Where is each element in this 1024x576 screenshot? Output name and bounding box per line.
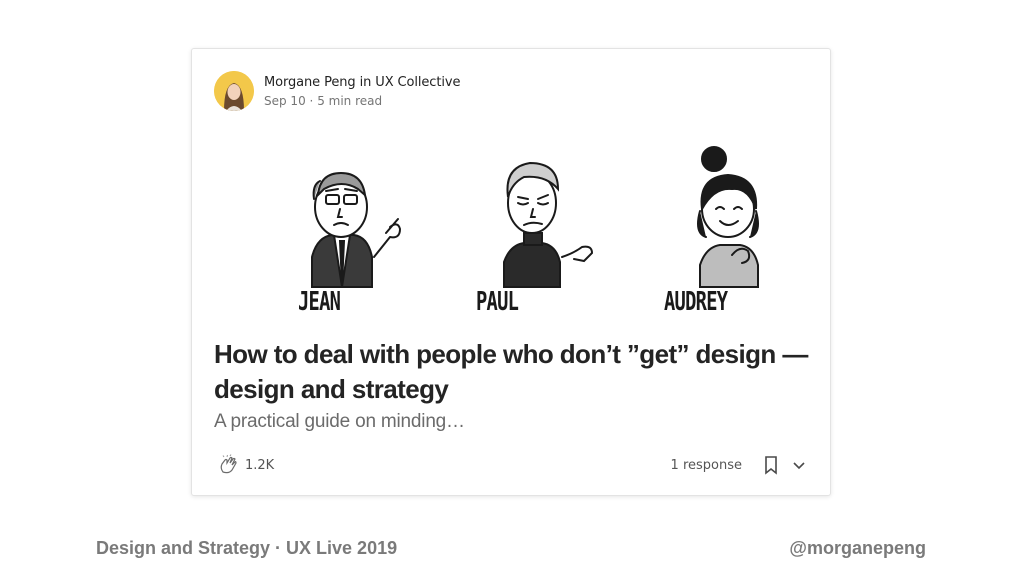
chevron-down-icon[interactable] (788, 454, 810, 476)
slide: Morgane Peng in UX Collective Sep 10 · 5… (0, 0, 1024, 576)
post-date-readtime: Sep 10 · 5 min read (264, 95, 460, 107)
paul-figure (503, 161, 594, 288)
slide-footer-title: Design and Strategy · UX Live 2019 (96, 538, 398, 558)
audrey-figure (697, 146, 759, 288)
clap-icon[interactable] (218, 454, 240, 476)
post-actions: 1 response (671, 454, 810, 476)
responses-link[interactable]: 1 response (671, 458, 742, 473)
slide-footer-handle: @morganepeng (789, 538, 926, 558)
byline-in: in (359, 74, 372, 90)
label-jean: JEAN (298, 287, 341, 317)
bookmark-icon[interactable] (760, 454, 782, 476)
post-date: Sep 10 (264, 93, 306, 108)
publication-name[interactable]: UX Collective (375, 75, 460, 90)
author-avatar[interactable] (214, 71, 254, 111)
label-audrey: AUDREY (664, 287, 728, 317)
byline: Morgane Peng in UX Collective (264, 76, 460, 89)
author-name[interactable]: Morgane Peng (264, 75, 356, 90)
article-card[interactable]: Morgane Peng in UX Collective Sep 10 · 5… (191, 48, 831, 496)
post-subtitle[interactable]: A practical guide on minding… (214, 411, 465, 433)
label-paul: PAUL (476, 287, 519, 317)
jean-figure (311, 171, 402, 288)
clap-count: 1.2K (245, 457, 275, 473)
post-meta: Morgane Peng in UX Collective Sep 10 · 5… (264, 76, 460, 107)
clap-group: 1.2K (212, 454, 274, 476)
author-row: Morgane Peng in UX Collective Sep 10 · 5… (214, 71, 460, 111)
read-time: 5 min read (317, 93, 383, 108)
meta-separator: · (309, 93, 314, 108)
post-title[interactable]: How to deal with people who don’t ”get” … (214, 337, 814, 407)
avatar-portrait-icon (214, 71, 254, 111)
